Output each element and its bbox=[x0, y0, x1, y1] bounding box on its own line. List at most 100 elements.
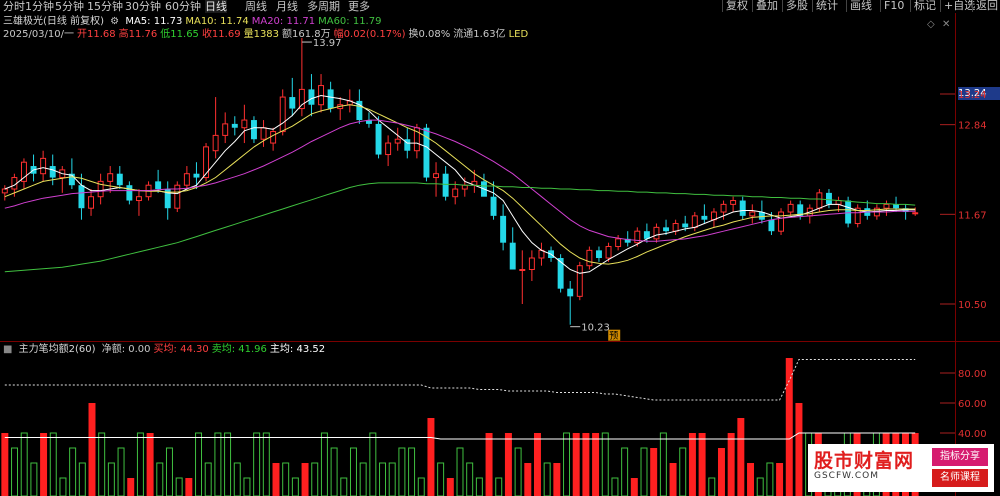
candle-body-92 bbox=[883, 203, 890, 209]
indicator-bar-20 bbox=[195, 432, 203, 496]
candle-body-12 bbox=[116, 173, 123, 186]
candle-body-78 bbox=[749, 211, 756, 217]
indicator-bar-79 bbox=[766, 462, 774, 496]
indicator-bar-11 bbox=[107, 462, 115, 496]
candle-body-28 bbox=[270, 131, 277, 144]
candle-body-34 bbox=[327, 89, 334, 109]
kline-chart[interactable]: 13.24 12.84 11.67 10.50 13.97 10.23预 ◇ ✕ 80.00 60… bbox=[0, 0, 1000, 496]
indicator-bar-40 bbox=[388, 462, 396, 496]
indicator-bar-19 bbox=[185, 478, 193, 496]
indicator-bar-80 bbox=[776, 463, 784, 496]
indicator-bar-13 bbox=[127, 478, 135, 496]
candle-body-19 bbox=[183, 173, 190, 186]
indicator-bar-17 bbox=[165, 447, 173, 496]
indicator-bar-53 bbox=[514, 447, 522, 496]
indicator-bar-28 bbox=[272, 463, 280, 496]
candle-body-73 bbox=[701, 215, 708, 220]
indicator-bar-64 bbox=[621, 447, 629, 496]
candle-body-39 bbox=[375, 123, 382, 155]
price-label-1: 12.84 bbox=[958, 121, 987, 132]
indicator-bar-32 bbox=[311, 462, 319, 496]
main-avg-line bbox=[4, 432, 916, 440]
candle-body-5 bbox=[49, 166, 56, 178]
indicator-bar-43 bbox=[417, 477, 425, 496]
indicator-bar-26 bbox=[253, 432, 261, 496]
indicator-bar-77 bbox=[747, 463, 755, 496]
forecast-badge-label: 预 bbox=[609, 331, 618, 342]
candle-body-8 bbox=[78, 185, 85, 209]
indicator-bar-33 bbox=[320, 432, 328, 496]
candle-body-53 bbox=[509, 242, 516, 270]
candle-body-88 bbox=[845, 200, 852, 224]
diamond-icon: ◇ bbox=[927, 19, 935, 30]
indicator-bar-55 bbox=[533, 433, 541, 496]
indicator-bar-48 bbox=[466, 462, 474, 496]
watermark-url: GSCFW.COM bbox=[814, 471, 880, 481]
candle-body-60 bbox=[576, 265, 583, 297]
candle-body-58 bbox=[557, 258, 564, 289]
candle-body-61 bbox=[586, 249, 593, 267]
indicator-bar-9 bbox=[88, 403, 96, 496]
candle-body-86 bbox=[825, 192, 832, 205]
indicator-bar-66 bbox=[640, 447, 648, 496]
indicator-label-0: 80.00 bbox=[958, 369, 987, 380]
indicator-bar-82 bbox=[795, 403, 803, 496]
indicator-bar-47 bbox=[456, 447, 464, 496]
candle-body-24 bbox=[231, 123, 238, 128]
candle-body-82 bbox=[787, 203, 794, 213]
candle-body-31 bbox=[298, 88, 305, 110]
indicator-bar-18 bbox=[175, 477, 183, 496]
candle-body-62 bbox=[595, 250, 602, 259]
candle-body-75 bbox=[720, 203, 727, 213]
indicator-bar-7 bbox=[69, 447, 77, 496]
candle-body-32 bbox=[308, 89, 315, 105]
candle-body-51 bbox=[490, 196, 497, 216]
indicator-bar-4 bbox=[40, 433, 48, 496]
candle-body-54 bbox=[519, 269, 526, 272]
indicator-bar-3 bbox=[30, 462, 38, 496]
watermark-badge-share: 指标分享 bbox=[932, 448, 988, 466]
candle-body-16 bbox=[155, 181, 162, 190]
price-label-3: 10.50 bbox=[958, 300, 987, 311]
buy-avg-line bbox=[4, 359, 916, 401]
indicator-bar-76 bbox=[737, 418, 745, 496]
candle-body-71 bbox=[682, 223, 689, 228]
candle-body-59 bbox=[567, 288, 574, 297]
indicator-bar-65 bbox=[630, 478, 638, 496]
candle-body-69 bbox=[663, 227, 670, 232]
indicator-bar-39 bbox=[379, 462, 387, 496]
indicator-bar-81 bbox=[785, 358, 793, 496]
candle-body-77 bbox=[739, 200, 746, 216]
indicator-bar-74 bbox=[717, 448, 725, 496]
indicator-bar-71 bbox=[688, 433, 696, 496]
candle-body-13 bbox=[126, 185, 133, 201]
indicator-bar-68 bbox=[659, 432, 667, 496]
watermark-badge-course: 名师课程 bbox=[932, 469, 988, 487]
candle-body-64 bbox=[615, 238, 622, 248]
indicator-bar-38 bbox=[369, 432, 377, 496]
indicator-bar-36 bbox=[349, 447, 357, 496]
indicator-bar-63 bbox=[611, 477, 619, 496]
indicator-bar-24 bbox=[233, 462, 241, 496]
indicator-bar-45 bbox=[437, 462, 445, 496]
indicator-bar-51 bbox=[495, 477, 503, 496]
price-label-2: 11.67 bbox=[958, 210, 987, 221]
candle-body-48 bbox=[461, 184, 468, 190]
candle-body-14 bbox=[135, 196, 142, 202]
candle-body-41 bbox=[394, 138, 401, 144]
candle-body-22 bbox=[212, 134, 219, 152]
indicator-bar-14 bbox=[136, 432, 144, 496]
indicator-bar-22 bbox=[214, 432, 222, 496]
indicator-bar-73 bbox=[708, 477, 716, 496]
candle-body-26 bbox=[250, 120, 257, 140]
indicator-bar-23 bbox=[224, 432, 232, 496]
indicator-bar-50 bbox=[485, 433, 493, 496]
indicator-label-2: 40.00 bbox=[958, 429, 987, 440]
indicator-bar-35 bbox=[340, 477, 348, 496]
candle-body-80 bbox=[768, 219, 775, 232]
indicator-bar-41 bbox=[398, 447, 406, 496]
candle-body-40 bbox=[385, 142, 392, 156]
indicator-bar-21 bbox=[204, 462, 212, 496]
indicator-bar-31 bbox=[301, 463, 309, 496]
indicator-bar-75 bbox=[727, 433, 735, 496]
